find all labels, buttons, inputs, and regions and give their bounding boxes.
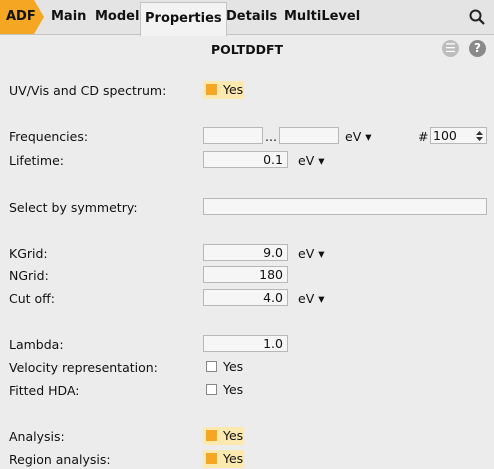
search-icon[interactable]: [469, 9, 485, 25]
symmetry-input[interactable]: [203, 198, 487, 215]
lifetime-unit-select[interactable]: eV ▾: [298, 153, 325, 168]
kgrid-label: KGrid:: [9, 246, 48, 261]
symmetry-label: Select by symmetry:: [9, 200, 138, 215]
menu-icon[interactable]: ☰: [442, 40, 459, 57]
tab-main[interactable]: Main: [51, 0, 86, 34]
lambda-input[interactable]: 1.0: [203, 335, 288, 352]
fitted-hda-checkbox[interactable]: Yes: [203, 381, 243, 399]
ngrid-input[interactable]: 180: [203, 266, 288, 283]
frequencies-count-prefix: #: [418, 129, 429, 144]
lambda-label: Lambda:: [9, 337, 64, 352]
help-icon[interactable]: ?: [469, 40, 486, 57]
kgrid-unit-select[interactable]: eV ▾: [298, 246, 325, 261]
tab-details[interactable]: Details: [226, 0, 277, 34]
tab-bar: ADF Main Model Properties Details MultiL…: [0, 0, 494, 36]
cutoff-input[interactable]: 4.0: [203, 289, 288, 306]
analysis-value: Yes: [223, 428, 244, 443]
cutoff-unit-select[interactable]: eV ▾: [298, 291, 325, 306]
lifetime-label: Lifetime:: [9, 153, 64, 168]
cutoff-label: Cut off:: [9, 291, 55, 306]
region-analysis-value: Yes: [223, 451, 244, 466]
checkbox-icon: [206, 430, 217, 441]
tab-multilevel[interactable]: MultiLevel: [284, 0, 360, 34]
lifetime-input[interactable]: 0.1: [203, 151, 288, 168]
fitted-hda-label: Fitted HDA:: [9, 383, 80, 398]
page-title: POLTDDFT: [210, 42, 284, 57]
tab-model[interactable]: Model: [95, 0, 139, 34]
checkbox-icon: [206, 384, 217, 395]
ngrid-label: NGrid:: [9, 268, 49, 283]
velocity-label: Velocity representation:: [9, 360, 158, 375]
frequencies-unit-select[interactable]: eV ▾: [345, 129, 372, 144]
fitted-hda-value: Yes: [223, 382, 244, 397]
region-analysis-label: Region analysis:: [9, 452, 111, 467]
frequencies-count-stepper[interactable]: 100: [430, 127, 487, 144]
checkbox-icon: [206, 453, 217, 464]
analysis-label: Analysis:: [9, 429, 65, 444]
frequencies-separator: ...: [265, 129, 277, 144]
kgrid-input[interactable]: 9.0: [203, 244, 288, 261]
stepper-arrows-icon[interactable]: [476, 130, 483, 142]
frequencies-label: Frequencies:: [9, 129, 89, 144]
checkbox-icon: [206, 361, 217, 372]
velocity-checkbox[interactable]: Yes: [203, 358, 243, 376]
uvvis-checkbox[interactable]: Yes: [203, 81, 244, 99]
analysis-checkbox[interactable]: Yes: [203, 427, 244, 445]
frequencies-to-input[interactable]: [279, 127, 339, 144]
tab-properties[interactable]: Properties: [140, 2, 227, 36]
checkbox-icon: [206, 84, 217, 95]
velocity-value: Yes: [223, 359, 244, 374]
uvvis-value: Yes: [223, 82, 244, 97]
frequencies-from-input[interactable]: [203, 127, 263, 144]
frequencies-count-value: 100: [433, 128, 457, 143]
uvvis-label: UV/Vis and CD spectrum:: [9, 83, 167, 98]
tab-adf[interactable]: ADF: [0, 0, 44, 34]
region-analysis-checkbox[interactable]: Yes: [203, 450, 244, 468]
